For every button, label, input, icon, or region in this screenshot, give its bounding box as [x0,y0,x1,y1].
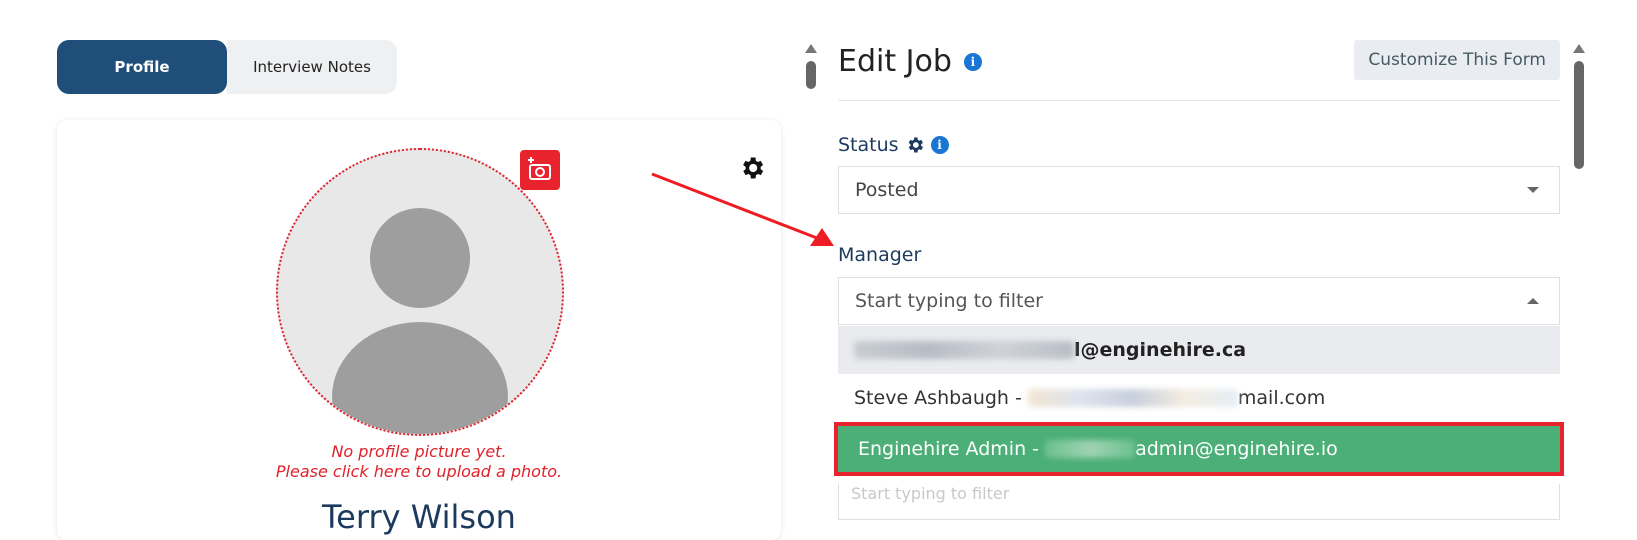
manager-option-email: l@enginehire.ca [1074,339,1247,361]
status-label-text: Status [838,134,899,156]
info-icon[interactable]: i [963,52,982,71]
manager-option-name: Steve Ashbaugh - [854,387,1028,409]
status-value: Posted [855,179,919,201]
avatar-body-shape [332,322,508,434]
manager-select[interactable]: Start typing to filter [838,277,1560,325]
chevron-down-icon [1527,187,1539,193]
scroll-thumb[interactable] [806,61,816,89]
no-profile-picture-message[interactable]: No profile picture yet. Please click her… [57,442,781,482]
info-icon[interactable]: i [930,136,949,154]
manager-option-name: Enginehire Admin - [858,438,1046,460]
redacted-text [1027,389,1238,407]
no-picture-line-1: No profile picture yet. [331,442,507,461]
manager-option-email: mail.com [1237,387,1326,409]
page-title: Edit Job [838,44,952,79]
filter-input-below[interactable]: Start typing to filter [838,484,1560,520]
no-picture-line-2: Please click here to upload a photo. [275,462,563,481]
edit-job-heading: Edit Job i [838,44,982,79]
add-photo-button[interactable] [520,150,560,190]
manager-placeholder: Start typing to filter [855,290,1043,312]
customize-form-button[interactable]: Customize This Form [1354,40,1560,80]
avatar-placeholder [276,148,564,436]
scroll-thumb[interactable] [1574,61,1584,169]
scroll-up-arrow[interactable] [1573,44,1585,53]
redacted-text [1045,440,1136,458]
manager-option[interactable]: Steve Ashbaugh - mail.com [838,374,1560,422]
header-divider [838,100,1560,101]
tab-profile[interactable]: Profile [57,40,227,94]
tab-interview-notes[interactable]: Interview Notes [227,40,397,94]
manager-option[interactable]: l@enginehire.ca [838,326,1560,374]
gear-icon[interactable] [905,135,925,155]
chevron-up-icon [1527,298,1539,304]
left-scrollbar[interactable] [805,44,817,104]
manager-option-selected[interactable]: Enginehire Admin - admin@enginehire.io [834,422,1564,476]
annotation-arrow [651,172,834,246]
scroll-up-arrow[interactable] [805,44,817,53]
candidate-name: Terry Wilson [322,498,516,536]
redacted-text [854,341,1074,359]
avatar-head-shape [370,208,470,308]
camera-add-icon [528,157,551,180]
status-select[interactable]: Posted [838,166,1560,214]
manager-option-email: admin@enginehire.io [1135,438,1338,460]
profile-tabs: Profile Interview Notes [57,40,397,94]
manager-dropdown-list: l@enginehire.ca Steve Ashbaugh - mail.co… [834,326,1564,476]
manager-label: Manager [838,244,922,266]
status-label: Status i [838,134,949,156]
profile-picture-upload[interactable] [276,148,564,436]
right-scrollbar[interactable] [1572,44,1586,174]
